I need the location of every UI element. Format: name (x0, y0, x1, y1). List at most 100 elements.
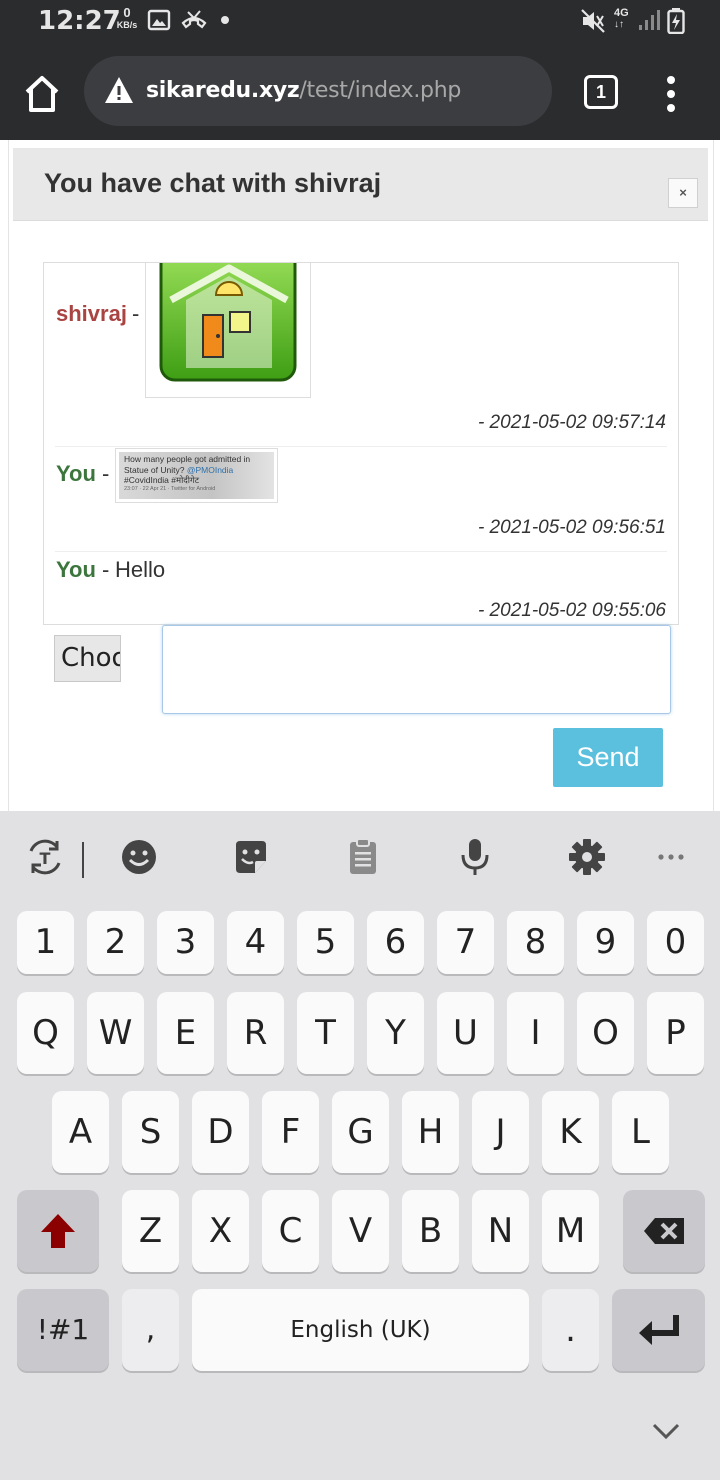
keyboard-toolbar: T (0, 811, 720, 906)
message-separator: - (102, 461, 110, 486)
key-g[interactable]: G (332, 1091, 389, 1173)
key-i[interactable]: I (507, 992, 564, 1074)
key-h[interactable]: H (402, 1091, 459, 1173)
mute-icon (581, 9, 605, 33)
key-4[interactable]: 4 (227, 911, 284, 974)
symbols-key[interactable]: !#1 (17, 1289, 109, 1371)
send-button[interactable]: Send (553, 728, 663, 787)
key-v[interactable]: V (332, 1190, 389, 1272)
period-key[interactable]: . (542, 1289, 599, 1371)
chat-history[interactable]: shivraj - - 2021-05-02 09:57:14 You - Ho… (43, 262, 679, 625)
tweet-screenshot-image[interactable]: How many people got admitted in Statue o… (115, 448, 278, 503)
key-n[interactable]: N (472, 1190, 529, 1272)
house-icon-image[interactable] (145, 263, 311, 398)
key-5[interactable]: 5 (297, 911, 354, 974)
choose-file-button[interactable]: Choose File (54, 635, 121, 682)
key-2[interactable]: 2 (87, 911, 144, 974)
key-a[interactable]: A (52, 1091, 109, 1173)
shift-key[interactable] (17, 1190, 99, 1272)
sticker-icon[interactable] (231, 837, 271, 877)
address-bar[interactable]: sikaredu.xyz/test/index.php (84, 56, 552, 126)
key-t[interactable]: T (297, 992, 354, 1074)
message-input[interactable] (162, 625, 671, 714)
emoji-icon[interactable] (119, 837, 159, 877)
network-type-label: 4G (614, 7, 629, 19)
browser-toolbar: sikaredu.xyz/test/index.php 1 (0, 44, 720, 140)
net-speed-value: 0 (123, 5, 131, 20)
tabs-button[interactable]: 1 (584, 75, 618, 109)
message-timestamp: - 2021-05-02 09:56:51 (477, 517, 666, 538)
url-path: /test/index.php (299, 78, 462, 103)
net-speed: 0 KB/s (114, 5, 140, 30)
key-1[interactable]: 1 (17, 911, 74, 974)
image-icon (147, 9, 171, 31)
warning-icon[interactable] (104, 76, 134, 104)
key-p[interactable]: P (647, 992, 704, 1074)
key-m[interactable]: M (542, 1190, 599, 1272)
toolbar-divider (82, 842, 84, 878)
key-d[interactable]: D (192, 1091, 249, 1173)
more-horiz-icon[interactable] (652, 837, 692, 877)
key-f[interactable]: F (262, 1091, 319, 1173)
key-0[interactable]: 0 (647, 911, 704, 974)
message-sender: shivraj (56, 301, 127, 326)
space-bar[interactable]: English (UK) (192, 1289, 529, 1371)
key-9[interactable]: 9 (577, 911, 634, 974)
svg-text:T: T (40, 849, 51, 868)
message-timestamp: - 2021-05-02 09:55:06 (477, 600, 666, 621)
key-b[interactable]: B (402, 1190, 459, 1272)
clipboard-icon[interactable] (343, 837, 383, 877)
tweet-hashtags: #CovidIndia #मोदीगेट (124, 475, 200, 485)
text-translate-icon[interactable]: T (25, 837, 65, 877)
key-q[interactable]: Q (17, 992, 74, 1074)
tweet-mention: @PMOIndia (186, 464, 234, 475)
net-speed-unit: KB/s (116, 20, 138, 30)
message-sender: You (56, 557, 96, 582)
key-6[interactable]: 6 (367, 911, 424, 974)
modal-header: You have chat with shivraj × (13, 148, 708, 221)
network-type: 4G ↓↑ (614, 7, 629, 31)
key-l[interactable]: L (612, 1091, 669, 1173)
key-j[interactable]: J (472, 1091, 529, 1173)
tweet-meta: 23:07 · 22 Apr 21 · Twitter for Android (124, 485, 216, 492)
key-w[interactable]: W (87, 992, 144, 1074)
soft-keyboard: T 1 2 3 4 5 6 7 8 9 0 Q W E R T Y U I O … (0, 811, 720, 1480)
key-7[interactable]: 7 (437, 911, 494, 974)
enter-key[interactable] (612, 1289, 705, 1371)
key-u[interactable]: U (437, 992, 494, 1074)
key-e[interactable]: E (157, 992, 214, 1074)
shift-arrow-icon (41, 1214, 75, 1248)
message-divider (55, 551, 667, 552)
status-bar: 12:27 0 KB/s 4G ↓↑ (0, 0, 720, 44)
key-r[interactable]: R (227, 992, 284, 1074)
chevron-down-icon[interactable] (648, 1419, 684, 1443)
tweet-line: Statue of Unity? @PMOIndia (124, 465, 269, 476)
modal-title: You have chat with shivraj (44, 168, 382, 198)
url-text[interactable]: sikaredu.xyz/test/index.php (146, 78, 461, 103)
close-button[interactable]: × (668, 178, 698, 208)
key-s[interactable]: S (122, 1091, 179, 1173)
signal-icon (639, 10, 660, 30)
message-divider (55, 446, 667, 447)
key-y[interactable]: Y (367, 992, 424, 1074)
status-time: 12:27 (38, 6, 121, 36)
message-text: Hello (115, 557, 166, 582)
key-c[interactable]: C (262, 1190, 319, 1272)
key-z[interactable]: Z (122, 1190, 179, 1272)
url-domain: sikaredu.xyz (146, 78, 300, 103)
microphone-icon[interactable] (455, 837, 495, 877)
tweet-line: How many people got admitted in (124, 454, 251, 464)
key-x[interactable]: X (192, 1190, 249, 1272)
key-o[interactable]: O (577, 992, 634, 1074)
web-page: You have chat with shivraj × shivraj - -… (0, 140, 720, 811)
more-vert-icon[interactable] (660, 74, 682, 114)
dot-icon (221, 16, 229, 24)
backspace-key[interactable] (623, 1190, 705, 1272)
message-separator: - (132, 301, 140, 326)
comma-key[interactable]: , (122, 1289, 179, 1371)
settings-icon[interactable] (567, 837, 607, 877)
key-3[interactable]: 3 (157, 911, 214, 974)
home-icon[interactable] (20, 72, 64, 116)
key-8[interactable]: 8 (507, 911, 564, 974)
key-k[interactable]: K (542, 1091, 599, 1173)
